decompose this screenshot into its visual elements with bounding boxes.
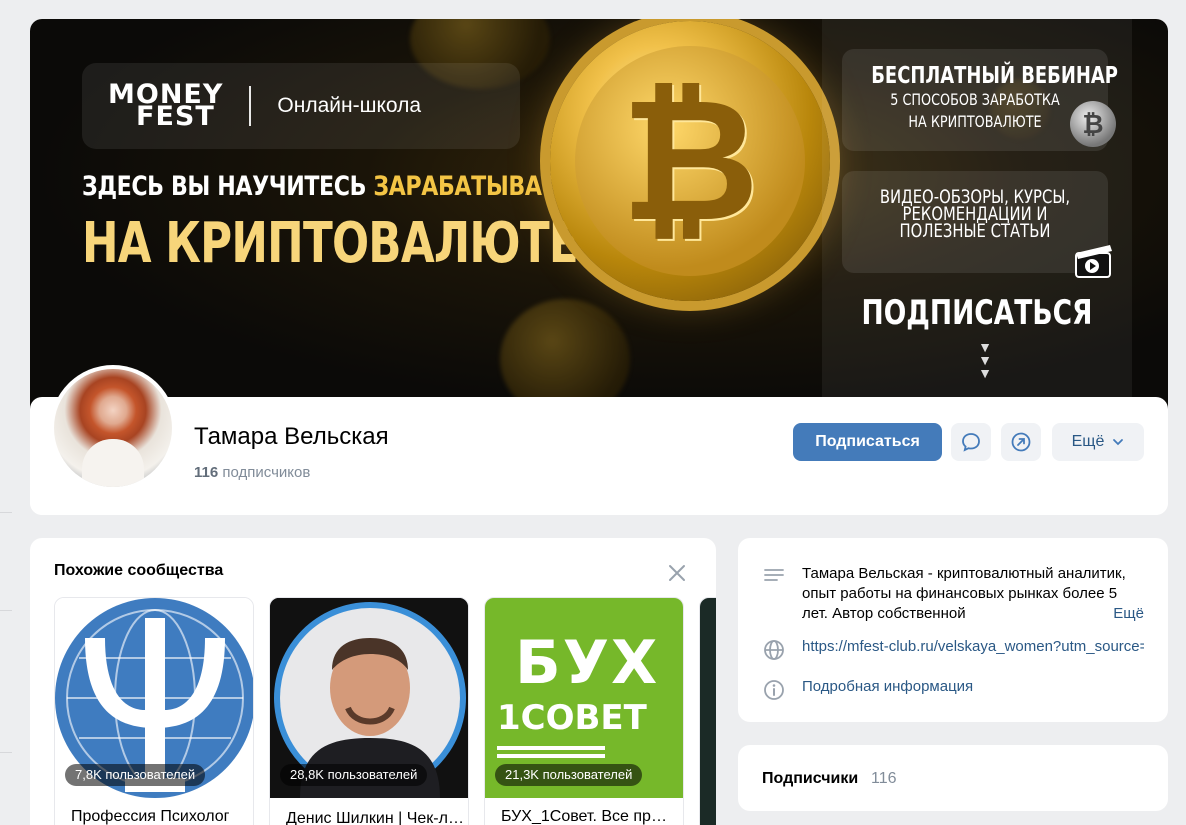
close-icon[interactable] — [666, 562, 688, 584]
webinar-title: БЕСПЛАТНЫЙ ВЕБИНАР — [871, 63, 1118, 89]
message-button[interactable] — [951, 423, 991, 461]
webinar-line1: 5 СПОСОБОВ ЗАРАБОТКА — [890, 90, 1060, 109]
headline-gold: ЗАРАБАТЫВАТЬ — [373, 171, 573, 202]
info-icon — [764, 680, 784, 700]
clapperboard-icon — [1075, 245, 1112, 278]
sovet-logo-text: 1СОВЕТ — [497, 698, 647, 738]
webinar-box: БЕСПЛАТНЫЙ ВЕБИНАР 5 СПОСОБОВ ЗАРАБОТКА … — [842, 49, 1118, 151]
users-badge: 28,8K пользователей — [280, 764, 428, 786]
text-lines-icon — [764, 569, 784, 581]
community-card[interactable]: 28,8K пользователей Денис Шилкин | Чек-л… — [269, 597, 469, 825]
community-card[interactable]: БУХ 1СОВЕТ 21,3K пользователей БУХ_1Сове… — [484, 597, 684, 825]
cover-headline-1: ЗДЕСЬ ВЫ НАУЧИТЕСЬ ЗАРАБАТЫВАТЬ — [82, 171, 573, 202]
similar-title: Похожие сообщества — [54, 562, 224, 579]
subscribers-card[interactable]: Подписчики 116 — [738, 745, 1168, 811]
more-label: Ещё — [1071, 433, 1105, 450]
more-button[interactable]: Ещё — [1052, 423, 1144, 461]
page-title: Тамара Вельская — [194, 423, 389, 450]
brand-box: MONEY FEST Онлайн-школа — [82, 63, 520, 149]
edge-divider — [0, 512, 12, 513]
bitcoin-coin-icon: ₿ — [550, 21, 830, 301]
about-details-row: Подробная информация — [762, 678, 1144, 702]
about-more-link[interactable]: Ещё — [1093, 604, 1144, 624]
share-icon — [1011, 432, 1031, 452]
share-button[interactable] — [1001, 423, 1041, 461]
edge-divider — [0, 752, 12, 753]
avatar-image — [54, 369, 172, 487]
headline-part1: ЗДЕСЬ ВЫ НАУЧИТЕСЬ — [82, 171, 374, 202]
about-description: Тамара Вельская - криптовалютный аналити… — [802, 564, 1144, 624]
content-box: ВИДЕО-ОБЗОРЫ, КУРСЫ, РЕКОМЕНДАЦИИ И ПОЛЕ… — [842, 171, 1112, 278]
avatar[interactable] — [50, 365, 176, 491]
bitcoin-small-icon: ₿ — [1070, 101, 1116, 147]
bitcoin-symbol: ₿ — [575, 46, 805, 276]
about-link-row: https://mfest-club.ru/velskaya_women?utm… — [762, 638, 1144, 662]
cover-subscribe-text: ПОДПИСАТЬСЯ — [861, 293, 1093, 333]
page: MONEY FEST Онлайн-школа ЗДЕСЬ ВЫ НАУЧИТЕ… — [0, 0, 1186, 825]
about-description-text: Тамара Вельская - криптовалютный аналити… — [802, 565, 1126, 622]
background-coin — [500, 299, 630, 409]
followers-number: 116 — [194, 464, 219, 481]
profile-bar: Тамара Вельская 116 подписчиков Подписат… — [30, 365, 1168, 515]
profile-header-card: MONEY FEST Онлайн-школа ЗДЕСЬ ВЫ НАУЧИТЕ… — [30, 19, 1168, 515]
community-name[interactable]: Профессия Психолог — [71, 808, 243, 825]
users-badge: 7,8K пользователей — [65, 764, 206, 786]
content-line3: ПОЛЕЗНЫЕ СТАТЬИ — [899, 220, 1051, 242]
community-card[interactable]: 7,8K пользователей Профессия Психолог — [54, 597, 254, 825]
similar-communities: Похожие сообщества 7,8K пользователей Пр… — [30, 538, 716, 825]
buh-logo-text: БУХ — [515, 628, 660, 698]
edge-divider — [0, 610, 12, 611]
brand-logo: MONEY FEST — [108, 81, 223, 130]
community-card[interactable] — [699, 597, 716, 825]
details-link[interactable]: Подробная информация — [802, 678, 1144, 702]
followers-count[interactable]: 116 подписчиков — [194, 464, 310, 481]
subscribers-count: 116 — [871, 770, 897, 787]
website-link[interactable]: https://mfest-club.ru/velskaya_women?utm… — [802, 638, 1144, 662]
globe-icon — [764, 640, 784, 660]
subscribe-button[interactable]: Подписаться — [793, 423, 942, 461]
subscribers-title: Подписчики — [762, 770, 859, 787]
users-badge: 21,3K пользователей — [495, 764, 643, 786]
cover-image[interactable]: MONEY FEST Онлайн-школа ЗДЕСЬ ВЫ НАУЧИТЕ… — [30, 19, 1168, 409]
about-description-row: Тамара Вельская - криптовалютный аналити… — [762, 564, 1144, 624]
brand-subtitle: Онлайн-школа — [277, 94, 422, 117]
down-arrows-icon: ▼ ▼ ▼ — [978, 339, 992, 381]
content-text: ВИДЕО-ОБЗОРЫ, КУРСЫ, РЕКОМЕНДАЦИИ И ПОЛЕ… — [871, 171, 1078, 246]
webinar-line2: НА КРИПТОВАЛЮТЕ — [908, 112, 1042, 131]
followers-label: подписчиков — [222, 464, 311, 481]
community-name[interactable]: БУХ_1Совет. Все про учёт — [501, 808, 673, 825]
brand-separator — [249, 86, 252, 126]
cover-headline-2: НА КРИПТОВАЛЮТЕ — [82, 211, 579, 276]
message-icon — [962, 433, 980, 452]
community-name[interactable]: Денис Шилкин | Чек-лист — [270, 798, 468, 825]
chevron-down-icon — [1113, 439, 1124, 446]
about-card: Тамара Вельская - криптовалютный аналити… — [738, 538, 1168, 722]
